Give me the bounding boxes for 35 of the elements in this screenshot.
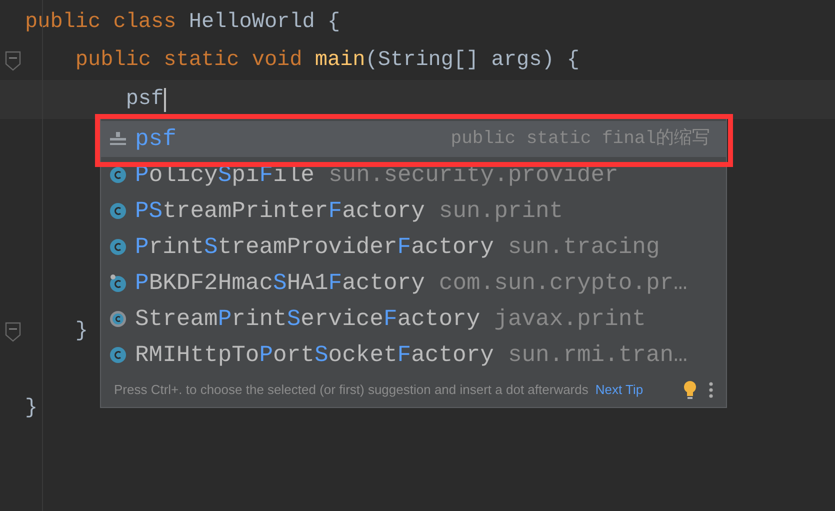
more-icon[interactable] xyxy=(709,382,713,398)
suggestion-name: PBKDF2HmacSHA1Factory xyxy=(135,268,425,298)
suggestion-item[interactable]: PrintStreamProviderFactory sun.tracing xyxy=(101,229,726,265)
suggestion-detail: sun.tracing xyxy=(508,232,660,262)
fold-icon[interactable] xyxy=(4,322,20,342)
next-tip-link[interactable]: Next Tip xyxy=(595,380,644,400)
suggestion-detail: sun.rmi.tran… xyxy=(508,340,688,370)
suggestion-item[interactable]: RMIHttpToPortSocketFactory sun.rmi.tran… xyxy=(101,337,726,373)
suggestion-name: PStreamPrinterFactory xyxy=(135,196,425,226)
code-line: } xyxy=(25,396,38,422)
suggestion-item[interactable]: StreamPrintServiceFactory javax.print xyxy=(101,301,726,337)
stamp-icon xyxy=(109,132,127,146)
lightbulb-icon[interactable] xyxy=(683,380,697,400)
suggestion-detail: sun.print xyxy=(438,196,564,226)
suggestion-detail: sun.security.provider xyxy=(328,160,618,190)
suggestion-name: psf xyxy=(135,124,176,154)
code-line: psf xyxy=(124,86,166,114)
suggestion-name: RMIHttpToPortSocketFactory xyxy=(135,340,494,370)
code-line: public static void main(String[] args) { xyxy=(74,48,580,74)
tip-text: Press Ctrl+. to choose the selected (or first) suggestion and insert a dot afterwards xyxy=(114,381,588,400)
class-icon xyxy=(109,274,127,292)
suggestion-name: StreamPrintServiceFactory xyxy=(135,304,480,334)
suggestion-item[interactable]: PStreamPrinterFactory sun.print xyxy=(101,193,726,229)
class-icon xyxy=(109,238,127,256)
fold-icon[interactable] xyxy=(4,51,20,72)
suggestion-detail: javax.print xyxy=(494,304,646,334)
code-line: public class HelloWorld { xyxy=(25,10,340,36)
class-icon xyxy=(109,202,127,220)
code-line: } xyxy=(74,319,88,346)
class-icon xyxy=(109,346,127,364)
suggestion-name: PrintStreamProviderFactory xyxy=(135,232,494,262)
abstract-class-icon xyxy=(109,310,127,328)
class-icon xyxy=(109,166,127,184)
suggestion-detail: com.sun.crypto.pr… xyxy=(438,268,688,298)
suggestion-item[interactable]: PBKDF2HmacSHA1Factory com.sun.crypto.pr… xyxy=(101,265,726,301)
